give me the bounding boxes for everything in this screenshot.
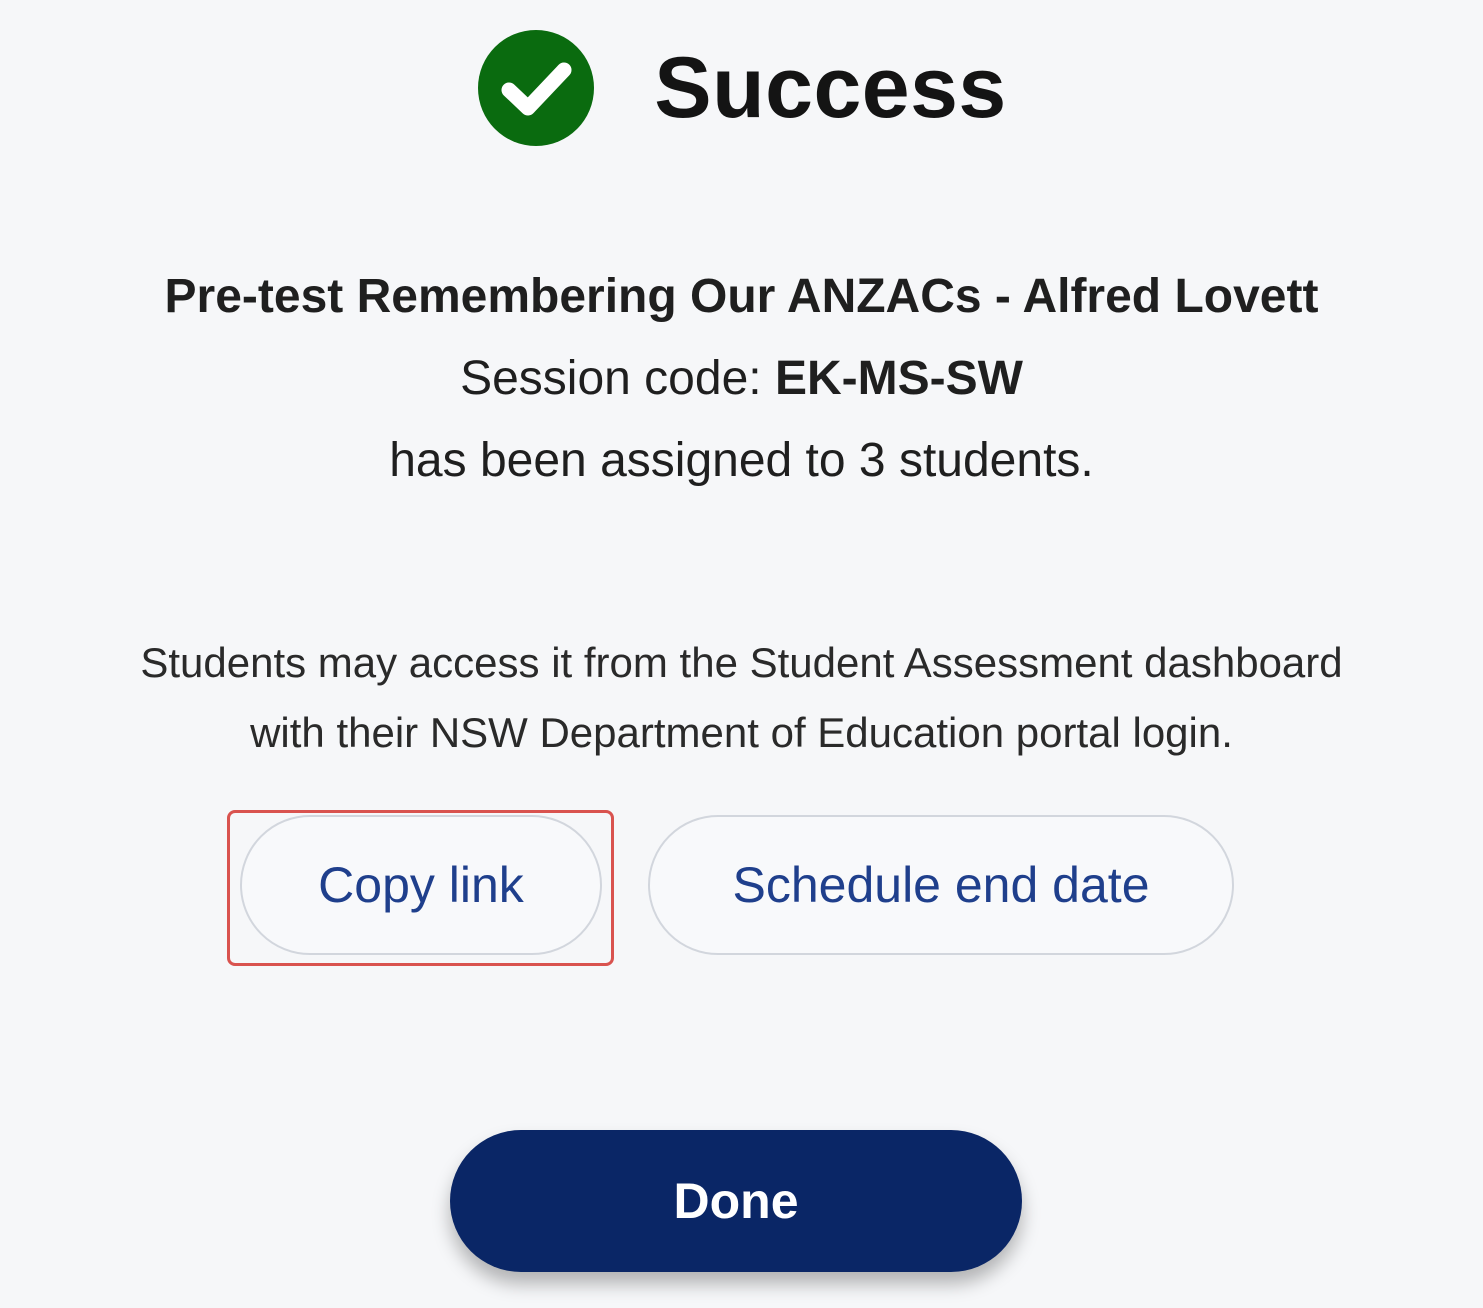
session-code: Session code: EK-MS-SW [0,338,1483,420]
access-info-line-1: Students may access it from the Student … [140,639,1343,686]
dialog-header: Success [0,28,1483,148]
session-code-value: EK-MS-SW [774,352,1023,405]
schedule-end-date-button[interactable]: Schedule end date [648,815,1234,955]
assignment-summary: Pre-test Remembering Our ANZACs - Alfred… [0,256,1483,502]
assessment-name: Pre-test Remembering Our ANZACs - Alfred… [164,270,1319,323]
dialog-title: Success [654,39,1007,136]
copy-link-button[interactable]: Copy link [240,815,602,955]
check-circle-icon [478,30,595,146]
assigned-text: has been assigned to 3 students. [389,434,1094,487]
session-code-label: Session code: [460,352,775,405]
success-dialog: Success Pre-test Remembering Our ANZACs … [0,0,1483,1308]
access-info: Students may access it from the Student … [0,628,1483,768]
done-button[interactable]: Done [450,1130,1022,1272]
access-info-line-2: with their NSW Department of Education p… [250,709,1233,756]
